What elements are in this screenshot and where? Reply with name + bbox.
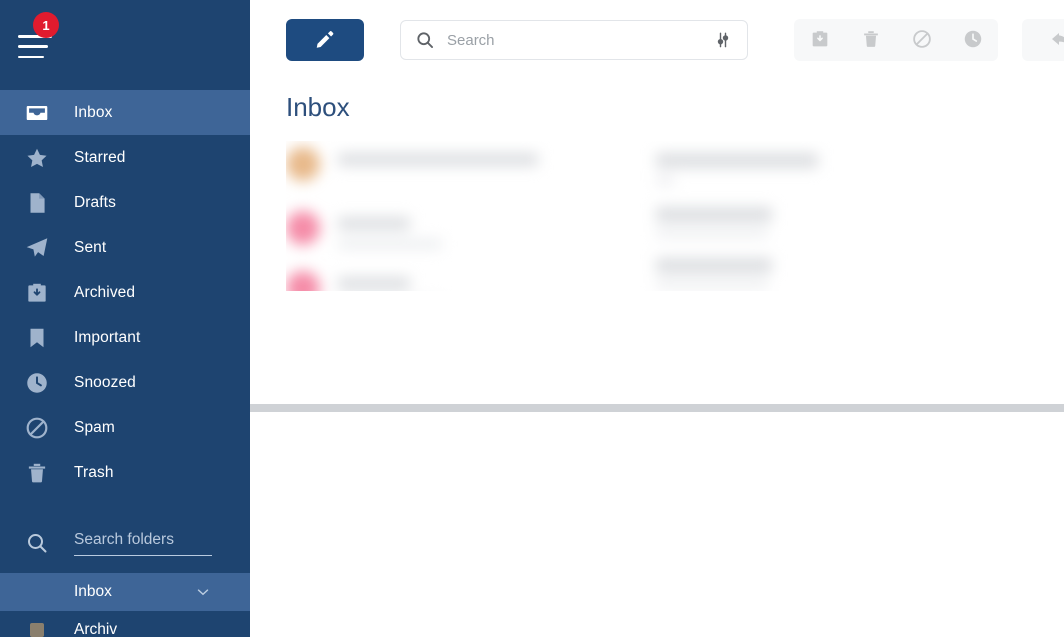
folder-item-label: Inbox (74, 583, 112, 600)
search-icon (415, 30, 435, 50)
archive-icon (0, 280, 74, 306)
sidebar-item-label: Important (74, 328, 141, 346)
sidebar-item-label: Inbox (74, 103, 113, 121)
compose-button[interactable] (286, 19, 364, 61)
sidebar-item-snoozed[interactable]: Snoozed (0, 360, 250, 405)
main-area: Inbox (250, 0, 1064, 637)
chevron-down-icon[interactable] (194, 583, 212, 601)
sidebar: 1 Inbox Starred Drafts Sent Archived Imp… (0, 0, 250, 637)
sidebar-item-label: Snoozed (74, 373, 136, 391)
hamburger-line (18, 45, 48, 48)
delete-button[interactable] (845, 19, 896, 61)
sidebar-item-sent[interactable]: Sent (0, 225, 250, 270)
folder-item-archiv[interactable]: Archiv (0, 611, 250, 637)
document-icon (0, 190, 74, 216)
snooze-button[interactable] (947, 19, 998, 61)
avatar (286, 271, 320, 291)
archive-button[interactable] (794, 19, 845, 61)
message-list-obscured-content (286, 141, 1028, 291)
pencil-icon (314, 28, 336, 53)
sidebar-item-starred[interactable]: Starred (0, 135, 250, 180)
folder-search[interactable]: Search folders (0, 513, 250, 573)
list-item[interactable] (286, 147, 626, 181)
message-actions-group (794, 19, 998, 61)
clock-icon (962, 28, 984, 53)
trash-icon (860, 28, 882, 53)
email-client-window: 1 Inbox Starred Drafts Sent Archived Imp… (0, 0, 1064, 637)
list-item[interactable] (286, 271, 626, 291)
folder-search-input[interactable]: Search folders (74, 531, 212, 556)
folder-item-label: Archiv (74, 621, 118, 637)
message-list-pane: Inbox (250, 92, 1064, 412)
hamburger-line (18, 55, 44, 58)
sidebar-header: 1 (0, 0, 250, 90)
sidebar-item-archived[interactable]: Archived (0, 270, 250, 315)
sidebar-item-label: Archived (74, 283, 136, 301)
list-item[interactable] (286, 211, 626, 249)
pane-divider[interactable] (250, 404, 1064, 412)
sidebar-item-label: Spam (74, 418, 115, 436)
avatar (286, 147, 320, 181)
search-box[interactable] (400, 20, 748, 60)
clock-icon (0, 370, 74, 396)
list-item-meta (656, 176, 674, 185)
block-icon (0, 415, 74, 441)
sidebar-item-label: Sent (74, 238, 107, 256)
trash-icon (0, 460, 74, 486)
message-list (286, 141, 1028, 291)
search-input[interactable] (447, 31, 713, 49)
filter-sliders-icon[interactable] (713, 30, 733, 50)
paper-plane-icon (0, 235, 74, 261)
list-item-meta (656, 279, 768, 289)
sidebar-item-label: Trash (74, 463, 114, 481)
inbox-icon (0, 100, 74, 126)
notification-badge: 1 (33, 12, 59, 38)
sidebar-item-drafts[interactable]: Drafts (0, 180, 250, 225)
list-item-meta (656, 153, 818, 168)
list-item-meta (656, 258, 772, 273)
sidebar-item-inbox[interactable]: Inbox (0, 90, 250, 135)
reply-button[interactable] (1022, 19, 1064, 61)
star-icon (0, 145, 74, 171)
bookmark-icon (0, 325, 74, 351)
block-icon (911, 28, 933, 53)
list-item-meta (656, 207, 772, 222)
page-title: Inbox (286, 92, 350, 122)
reply-actions-group (1022, 19, 1064, 61)
sidebar-item-important[interactable]: Important (0, 315, 250, 360)
folder-color-chip (0, 623, 74, 637)
toolbar (250, 0, 1064, 80)
folder-item-inbox[interactable]: Inbox (0, 573, 250, 611)
reply-arrow-icon (1049, 27, 1064, 54)
list-item-meta (656, 228, 768, 238)
sidebar-item-trash[interactable]: Trash (0, 450, 250, 495)
archive-icon (809, 28, 831, 53)
avatar (286, 211, 320, 245)
sidebar-item-label: Starred (74, 148, 126, 166)
sidebar-item-spam[interactable]: Spam (0, 405, 250, 450)
search-icon (0, 531, 74, 555)
sidebar-item-label: Drafts (74, 193, 116, 211)
spam-button[interactable] (896, 19, 947, 61)
